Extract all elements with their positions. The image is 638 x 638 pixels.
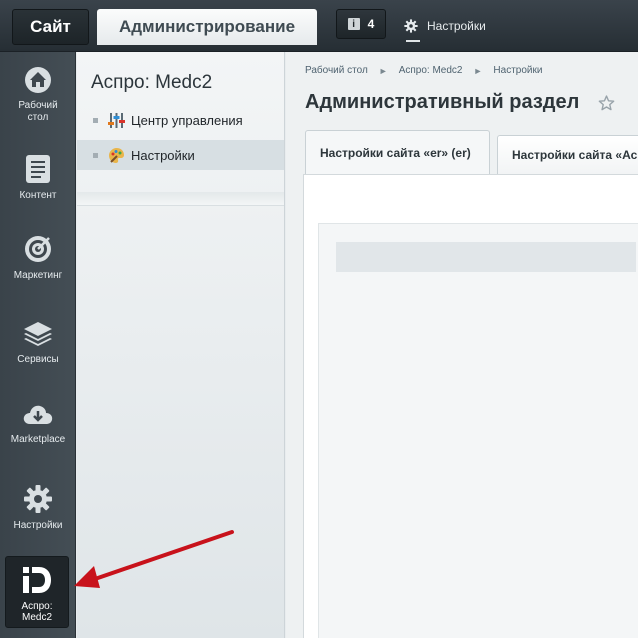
gear-icon (404, 19, 418, 33)
nav-label: Marketplace (10, 434, 66, 445)
nav-label: Сервисы (17, 354, 59, 365)
settings-underline (406, 40, 420, 42)
sidebar-item-settings[interactable]: Настройки (77, 140, 284, 170)
top-bar: Сайт Администрирование i 4 Настройки (0, 0, 638, 52)
nav-item-desktop[interactable]: Рабочий стол (0, 66, 76, 124)
sidebar-title: Аспро: Medc2 (91, 72, 213, 93)
administration-tab[interactable]: Администрирование (97, 9, 317, 45)
sidebar-divider (77, 192, 284, 206)
nav-item-services[interactable]: Сервисы (0, 320, 76, 366)
nav-item-marketplace[interactable]: Marketplace (0, 402, 76, 446)
form-header-bar (336, 242, 636, 272)
aspro-logo-icon (23, 567, 51, 593)
nav-label: стол (27, 112, 49, 123)
notifications-count: 4 (367, 17, 375, 31)
target-icon (25, 236, 51, 262)
favorite-star-icon[interactable] (598, 95, 615, 111)
settings-form-area (318, 223, 638, 638)
gear-icon (24, 485, 52, 513)
settings-link[interactable]: Настройки (404, 13, 486, 42)
nav-label: Аспро: (21, 601, 53, 612)
tab-site-er[interactable]: Настройки сайта «er» (er) (305, 130, 490, 174)
nav-item-settings[interactable]: Настройки (0, 484, 76, 532)
tab-content-panel (303, 174, 638, 638)
nav-label: Medc2 (21, 612, 52, 623)
site-button[interactable]: Сайт (12, 9, 89, 45)
breadcrumb: Рабочий стол ► Аспро: Medc2 ► Настройки (305, 65, 542, 76)
tab-label: Настройки сайта «Ас (512, 148, 638, 162)
breadcrumb-item-aspro[interactable]: Аспро: Medc2 (399, 65, 463, 76)
breadcrumb-item-settings[interactable]: Настройки (493, 65, 542, 76)
nav-item-content[interactable]: Контент (0, 154, 76, 202)
breadcrumb-item-desktop[interactable]: Рабочий стол (305, 65, 368, 76)
sidebar-item-control-center[interactable]: Центр управления (77, 105, 284, 135)
page-title: Административный раздел (305, 91, 580, 113)
breadcrumb-separator: ► (378, 65, 388, 76)
nav-label: Контент (19, 190, 57, 201)
nav-item-marketing[interactable]: Маркетинг (0, 234, 76, 282)
bullet (93, 152, 98, 158)
info-icon: i (347, 18, 360, 30)
home-icon (25, 67, 51, 93)
nav-label: Маркетинг (13, 270, 63, 281)
sidebar-item-label: Настройки (131, 147, 195, 163)
control-center-icon (108, 112, 125, 129)
left-navigation: Рабочий стол Контент Маркетинг Сервисы M… (0, 52, 76, 638)
layers-icon (24, 322, 52, 346)
breadcrumb-separator: ► (473, 65, 483, 76)
settings-label: Настройки (427, 19, 486, 33)
nav-item-aspro-medc2[interactable]: Аспро: Medc2 (5, 556, 69, 628)
notifications-button[interactable]: i 4 (336, 9, 386, 39)
sidebar-item-label: Центр управления (131, 112, 243, 128)
document-icon (26, 155, 50, 183)
nav-label: Рабочий (18, 100, 58, 111)
main-content: Рабочий стол ► Аспро: Medc2 ► Настройки … (286, 52, 638, 638)
palette-icon (108, 147, 125, 164)
tab-site-second[interactable]: Настройки сайта «Ас (497, 135, 638, 174)
annotation-arrow (74, 530, 234, 588)
bullet (93, 117, 98, 123)
tab-label: Настройки сайта «er» (er) (320, 145, 471, 160)
cloud-download-icon (23, 405, 53, 424)
nav-label: Настройки (13, 520, 63, 531)
